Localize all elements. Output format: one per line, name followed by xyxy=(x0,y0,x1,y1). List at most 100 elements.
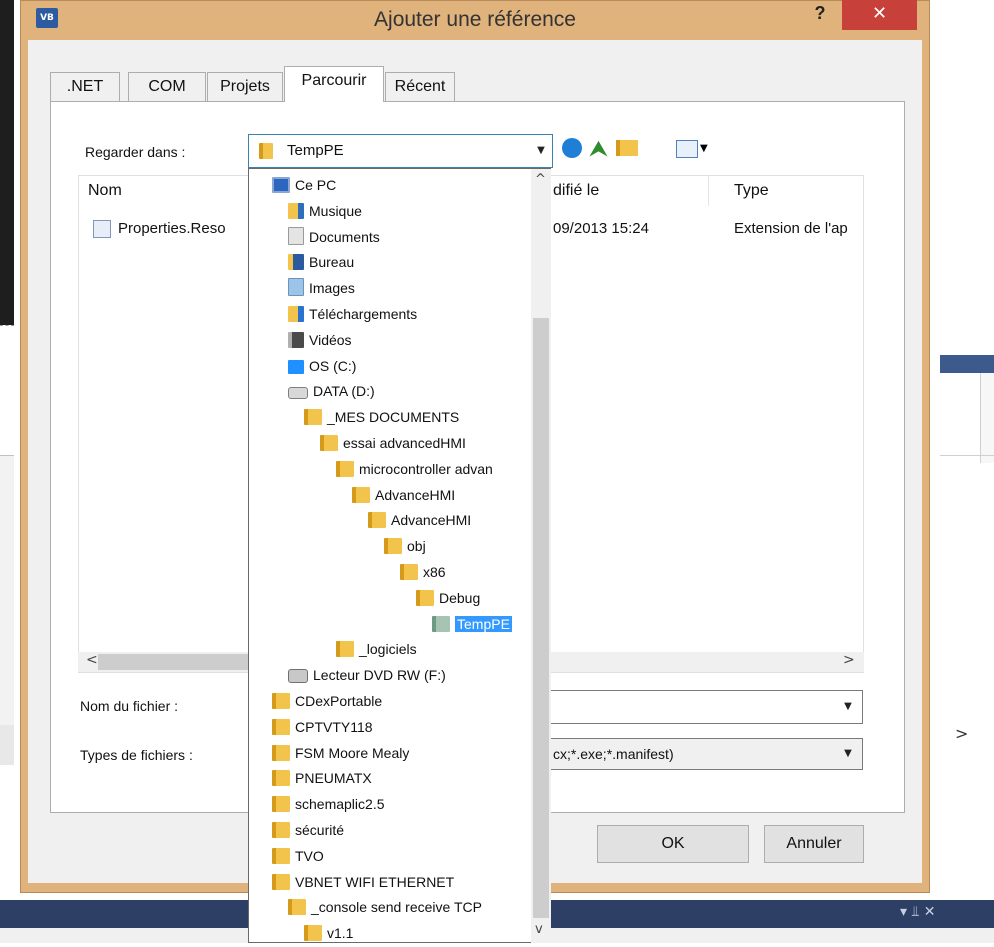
chevron-down-icon[interactable]: ▼ xyxy=(532,138,550,164)
dropdown-item[interactable]: Musique xyxy=(288,200,362,225)
dropdown-item-label: AdvanceHMI xyxy=(391,512,472,529)
view-menu-icon[interactable] xyxy=(676,140,698,158)
dropdown-item[interactable]: VBNET WIFI ETHERNET xyxy=(272,871,454,896)
background-right-panel xyxy=(980,373,994,463)
look-in-label: Regarder dans : xyxy=(85,144,186,160)
dropdown-item[interactable]: OS (C:) xyxy=(288,355,356,380)
dropdown-item-label: TVO xyxy=(295,847,324,864)
filetype-value: cx;*.exe;*.manifest) xyxy=(553,746,674,762)
column-type[interactable]: Type xyxy=(734,182,769,200)
dropdown-item[interactable]: AdvanceHMI xyxy=(352,484,455,509)
row-name[interactable]: Properties.Reso xyxy=(118,220,226,237)
dropdown-item[interactable]: microcontroller advan xyxy=(336,458,493,483)
dropdown-item-label: Ce PC xyxy=(295,177,337,193)
dropdown-item-label: VBNET WIFI ETHERNET xyxy=(295,873,455,890)
dropdown-item[interactable]: essai advancedHMI xyxy=(320,432,466,457)
background-scroll-right-icon[interactable]: > xyxy=(955,724,975,744)
tab-projets[interactable]: Projets xyxy=(207,72,283,101)
dropdown-item[interactable]: CDexPortable xyxy=(272,690,382,715)
folder-icon xyxy=(272,796,290,813)
folder-icon xyxy=(304,925,322,942)
scroll-left-icon[interactable]: < xyxy=(86,652,98,668)
dropdown-item[interactable]: x86 xyxy=(400,561,446,586)
background-scrollbar xyxy=(0,725,14,765)
help-button[interactable]: ? xyxy=(800,0,840,30)
dropdown-item[interactable]: Lecteur DVD RW (F:) xyxy=(288,664,446,689)
folder-icon xyxy=(272,693,290,709)
documents-folder-icon xyxy=(288,226,304,245)
dropdown-item-label: Debug xyxy=(439,589,481,606)
dropdown-item-label: OS (C:) xyxy=(309,357,357,374)
dropdown-item[interactable]: _logiciels xyxy=(336,638,417,663)
chevron-down-icon[interactable]: ▼ xyxy=(839,694,857,720)
tab-net[interactable]: .NET xyxy=(50,72,120,101)
dropdown-item[interactable]: _console send receive TCP xyxy=(288,896,482,921)
dropdown-item-label: sécurité xyxy=(295,822,345,838)
scroll-right-icon[interactable]: > xyxy=(843,652,855,668)
background-tool-window-controls[interactable]: ▾ ⫫ ✕ xyxy=(900,904,990,924)
drive-icon xyxy=(288,387,308,400)
dropdown-item[interactable]: Documents xyxy=(288,226,380,251)
dropdown-item[interactable]: DATA (D:) xyxy=(288,380,375,405)
look-in-combo[interactable]: TempPE ▼ xyxy=(248,134,553,168)
filename-label: Nom du fichier : xyxy=(80,698,179,714)
row-modified: 09/2013 15:24 xyxy=(553,220,649,237)
scroll-down-icon[interactable]: v xyxy=(535,922,543,937)
windows-drive-icon xyxy=(288,359,304,374)
background-divider xyxy=(940,455,994,456)
dropdown-item[interactable]: FSM Moore Mealy xyxy=(272,742,409,767)
column-modified[interactable]: difié le xyxy=(553,182,599,200)
folder-icon xyxy=(336,641,354,658)
background-panel xyxy=(0,455,14,725)
folder-icon xyxy=(336,460,354,477)
back-icon[interactable] xyxy=(562,138,582,158)
cancel-button[interactable]: Annuler xyxy=(764,825,864,863)
dropdown-item[interactable]: TempPE xyxy=(432,613,512,638)
dropdown-item[interactable]: Ce PC xyxy=(272,174,336,199)
dropdown-item[interactable]: Images xyxy=(288,277,355,302)
background-editor-dark xyxy=(0,0,14,325)
dropdown-item[interactable]: Debug xyxy=(416,587,480,612)
dropdown-item-label: CPTVTY118 xyxy=(295,718,373,735)
dropdown-item[interactable]: obj xyxy=(384,535,426,560)
dropdown-item[interactable]: TVO xyxy=(272,845,324,870)
dropdown-item[interactable]: Vidéos xyxy=(288,329,352,354)
dropdown-item[interactable]: Bureau xyxy=(288,251,354,276)
dropdown-item[interactable]: schemaplic2.5 xyxy=(272,793,385,818)
scroll-up-icon[interactable]: ^ xyxy=(535,172,546,187)
chevron-down-icon[interactable]: ▼ xyxy=(839,741,857,767)
tab-com[interactable]: COM xyxy=(128,72,206,101)
ok-button[interactable]: OK xyxy=(597,825,749,863)
dropdown-item[interactable]: CPTVTY118 xyxy=(272,716,373,741)
folder-icon xyxy=(272,822,290,838)
close-button[interactable]: ✕ xyxy=(842,0,917,30)
dropdown-item[interactable]: Téléchargements xyxy=(288,303,417,328)
dropdown-item[interactable]: _MES DOCUMENTS xyxy=(304,406,459,431)
filetype-label: Types de fichiers : xyxy=(80,747,193,763)
dropdown-item[interactable]: sécurité xyxy=(272,819,344,844)
new-folder-icon[interactable] xyxy=(616,140,638,156)
column-name[interactable]: Nom xyxy=(88,182,122,200)
folder-icon xyxy=(272,718,290,735)
up-folder-icon[interactable]: ⮝ xyxy=(590,136,612,160)
vb-app-icon: VB xyxy=(36,8,58,28)
dropdown-item-label: Images xyxy=(309,280,355,297)
background-editor-light xyxy=(0,325,14,455)
dropdown-item[interactable]: v1.1 xyxy=(304,922,353,947)
dropdown-item[interactable]: PNEUMATX xyxy=(272,767,372,792)
folder-icon xyxy=(352,486,370,503)
folder-icon xyxy=(320,435,338,451)
tab-parcourir[interactable]: Parcourir xyxy=(284,66,384,102)
dvd-drive-icon xyxy=(288,669,308,684)
tab-recent[interactable]: Récent xyxy=(385,72,455,101)
dropdown-item-label: Lecteur DVD RW (F:) xyxy=(313,667,446,684)
dropdown-item-label: FSM Moore Mealy xyxy=(295,744,410,761)
folder-icon xyxy=(272,873,290,890)
dropdown-item-label: microcontroller advan xyxy=(359,460,493,477)
dropdown-item[interactable]: AdvanceHMI xyxy=(368,509,471,534)
dropdown-item-label: obj xyxy=(407,538,426,555)
folder-icon xyxy=(304,409,322,426)
dropdown-scroll-thumb[interactable] xyxy=(533,318,549,918)
view-menu-arrow-icon[interactable]: ▼ xyxy=(700,140,712,158)
dropdown-item-label: Vidéos xyxy=(309,331,352,348)
